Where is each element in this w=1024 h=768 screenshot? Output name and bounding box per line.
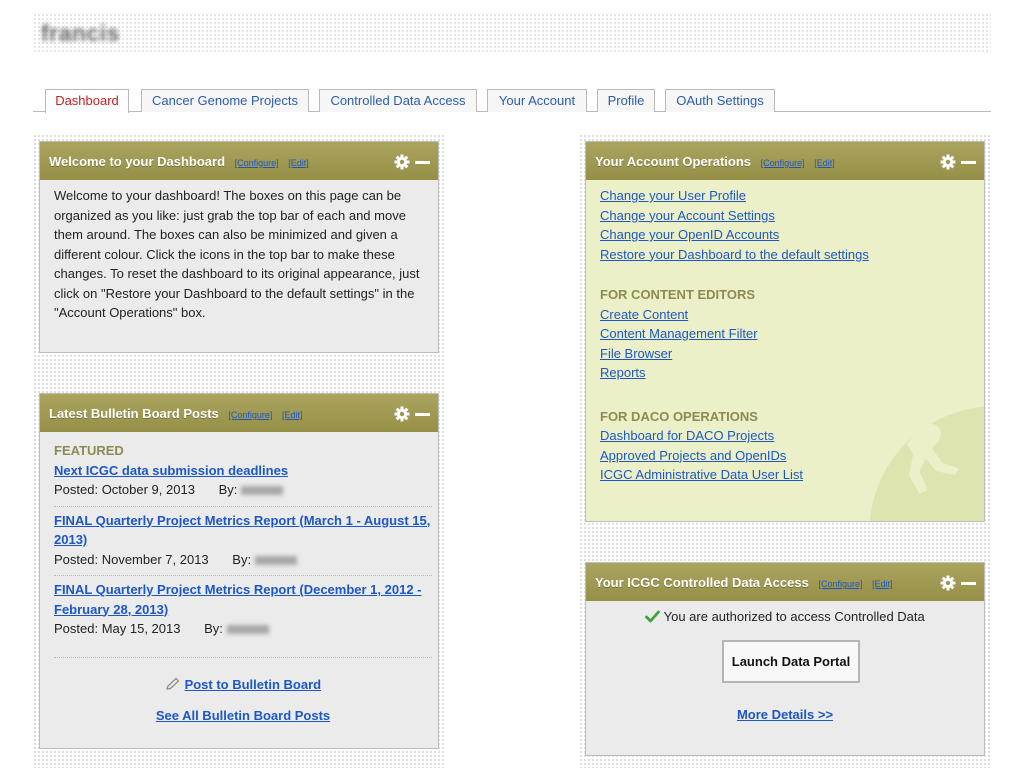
welcome-text: Welcome to your dashboard! The boxes on … (54, 188, 420, 320)
list-item: FINAL Quarterly Project Metrics Report (… (54, 576, 432, 658)
checkmark-icon (645, 610, 661, 623)
post-by-label: By: (232, 551, 252, 567)
post-author (226, 625, 269, 635)
admin-data-user-list-link[interactable]: ICGC Administrative Data User List (600, 465, 970, 485)
gear-icon[interactable] (394, 154, 410, 170)
list-item: FINAL Quarterly Project Metrics Report (… (54, 507, 432, 576)
daco-operations-heading: FOR DACO OPERATIONS (600, 408, 758, 424)
post-by-label: By: (218, 482, 238, 497)
edit-link[interactable]: [Edit] (288, 158, 309, 168)
post-to-bulletin-row: Post to Bulletin Board (54, 675, 432, 695)
welcome-panel: Welcome to your Dashboard [Configure] [E… (39, 141, 439, 353)
page-header: francis (33, 13, 991, 53)
account-operations-header[interactable]: Your Account Operations [Configure] [Edi… (586, 142, 984, 180)
launch-data-portal-button[interactable]: Launch Data Portal (722, 640, 860, 683)
configure-link[interactable]: [Configure] (818, 579, 862, 589)
edit-link[interactable]: [Edit] (872, 579, 893, 589)
content-editors-heading: FOR CONTENT EDITORS (600, 287, 756, 302)
tab-bar: Dashboard Cancer Genome Projects Control… (33, 89, 991, 113)
username-title: francis (41, 20, 120, 46)
minimize-icon[interactable] (961, 160, 976, 164)
pencil-icon (166, 677, 180, 690)
panel-title: Welcome to your Dashboard (49, 154, 226, 169)
authorization-status: You are authorized to access Controlled … (586, 609, 984, 624)
tab-your-account[interactable]: Your Account (487, 89, 587, 112)
restore-dashboard-link[interactable]: Restore your Dashboard to the default se… (600, 245, 970, 265)
panel-title: Your ICGC Controlled Data Access (595, 575, 809, 590)
configure-link[interactable]: [Configure] (761, 158, 805, 168)
configure-link[interactable]: [Configure] (235, 158, 279, 168)
post-date: Posted: May 15, 2013 (54, 621, 181, 636)
post-by-label: By: (204, 621, 223, 636)
approved-projects-link[interactable]: Approved Projects and OpenIDs (600, 446, 970, 466)
authorization-status-text: You are authorized to access Controlled … (663, 609, 925, 624)
account-operations-panel: Your Account Operations [Configure] [Edi… (585, 141, 985, 522)
panel-title: Your Account Operations (595, 154, 752, 169)
configure-link[interactable]: [Configure] (228, 410, 272, 420)
bulletin-panel-header[interactable]: Latest Bulletin Board Posts [Configure] … (40, 394, 438, 432)
post-title-link[interactable]: FINAL Quarterly Project Metrics Report (… (54, 511, 432, 550)
post-author (241, 486, 284, 496)
controlled-data-access-header[interactable]: Your ICGC Controlled Data Access [Config… (586, 563, 984, 601)
minimize-icon[interactable] (961, 581, 976, 585)
gear-icon[interactable] (394, 406, 410, 422)
more-details-link[interactable]: More Details >> (737, 707, 833, 722)
file-browser-link[interactable]: File Browser (600, 344, 970, 364)
see-all-posts-link[interactable]: See All Bulletin Board Posts (156, 708, 330, 723)
post-title-link[interactable]: Next ICGC data submission deadlines (54, 461, 432, 481)
tab-dashboard[interactable]: Dashboard (45, 89, 129, 113)
tab-cancer-genome-projects[interactable]: Cancer Genome Projects (141, 89, 309, 112)
tab-controlled-data-access[interactable]: Controlled Data Access (319, 89, 477, 112)
post-author (255, 555, 298, 565)
change-user-profile-link[interactable]: Change your User Profile (600, 186, 970, 206)
daco-dashboard-link[interactable]: Dashboard for DACO Projects (600, 426, 970, 446)
minimize-icon[interactable] (415, 412, 430, 416)
post-title-link[interactable]: FINAL Quarterly Project Metrics Report (… (54, 580, 432, 619)
tab-profile[interactable]: Profile (597, 89, 655, 112)
content-management-filter-link[interactable]: Content Management Filter (600, 324, 970, 344)
create-content-link[interactable]: Create Content (600, 305, 970, 325)
bulletin-panel: Latest Bulletin Board Posts [Configure] … (39, 393, 439, 749)
minimize-icon[interactable] (415, 160, 430, 164)
list-item: Next ICGC data submission deadlines Post… (54, 461, 432, 507)
controlled-data-access-panel: Your ICGC Controlled Data Access [Config… (585, 562, 985, 756)
post-to-bulletin-link[interactable]: Post to Bulletin Board (185, 677, 322, 692)
featured-label: FEATURED (54, 443, 124, 458)
reports-link[interactable]: Reports (600, 363, 970, 383)
post-date: Posted: November 7, 2013 (54, 551, 209, 567)
gear-icon[interactable] (940, 575, 956, 591)
tab-oauth-settings[interactable]: OAuth Settings (665, 89, 775, 112)
gear-icon[interactable] (940, 154, 956, 170)
panel-title: Latest Bulletin Board Posts (49, 406, 219, 421)
edit-link[interactable]: [Edit] (814, 158, 835, 168)
edit-link[interactable]: [Edit] (282, 410, 303, 420)
change-account-settings-link[interactable]: Change your Account Settings (600, 206, 970, 226)
welcome-panel-header[interactable]: Welcome to your Dashboard [Configure] [E… (40, 142, 438, 180)
post-date: Posted: October 9, 2013 (54, 482, 195, 497)
change-openid-accounts-link[interactable]: Change your OpenID Accounts (600, 225, 970, 245)
